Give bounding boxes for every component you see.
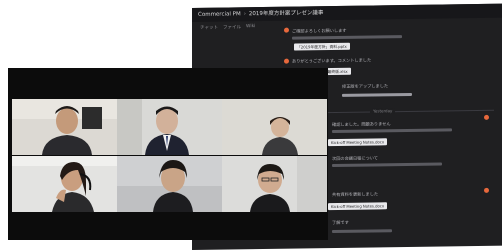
chat-message: 共有資料を更新しました [332, 191, 379, 198]
tab-files[interactable]: ファイル [223, 24, 241, 30]
file-attachment[interactable]: Kick-off Meeting Notes.docx [328, 138, 388, 147]
chat-message-line [342, 92, 412, 97]
reaction-icon[interactable] [484, 114, 489, 120]
video-tile-participant-4[interactable] [12, 156, 117, 212]
file-attachment[interactable]: 「2019年度方針」資料.pptx [294, 42, 350, 51]
chat-message-line [332, 128, 452, 134]
chat-message: 次回の会議日程について [332, 155, 378, 162]
reaction-icon[interactable] [284, 58, 289, 64]
video-tile-participant-5[interactable] [117, 156, 222, 212]
video-tile-participant-6[interactable] [222, 156, 327, 212]
reaction-icon[interactable] [484, 187, 489, 193]
call-toolbar [8, 68, 328, 98]
date-divider-label: Yesterday [370, 108, 396, 114]
tab-wiki[interactable]: Wiki [246, 24, 255, 30]
chat-title: 2019年度方針案プレゼン議事 [248, 10, 324, 18]
video-tile-participant-3[interactable] [222, 99, 327, 155]
chat-message: 了解です [332, 219, 349, 226]
chat-message: 確認しました。問題ありません [332, 121, 391, 128]
chat-message: ありがとうございます。コメントしました [292, 57, 372, 64]
video-call-window [8, 68, 328, 240]
chat-message: ご確認よろしくお願いします [292, 27, 347, 34]
chat-message-line [332, 162, 442, 168]
chat-tabs: チャット ファイル Wiki [200, 24, 255, 31]
file-attachment[interactable]: Kick-off Meeting Notes.docx [328, 202, 388, 211]
chat-message-line [292, 35, 402, 40]
tab-chat[interactable]: チャット [200, 25, 218, 31]
chat-header: Commercial PM › 2019年度方針案プレゼン議事 [192, 3, 502, 22]
reaction-icon[interactable] [284, 27, 289, 33]
chat-message-line [332, 229, 392, 234]
video-tile-participant-1[interactable] [12, 99, 117, 155]
chat-message: 修正版をアップしました [342, 83, 389, 89]
video-tile-participant-2[interactable] [117, 99, 222, 155]
channel-name[interactable]: Commercial PM [198, 11, 241, 18]
date-divider [317, 109, 494, 114]
